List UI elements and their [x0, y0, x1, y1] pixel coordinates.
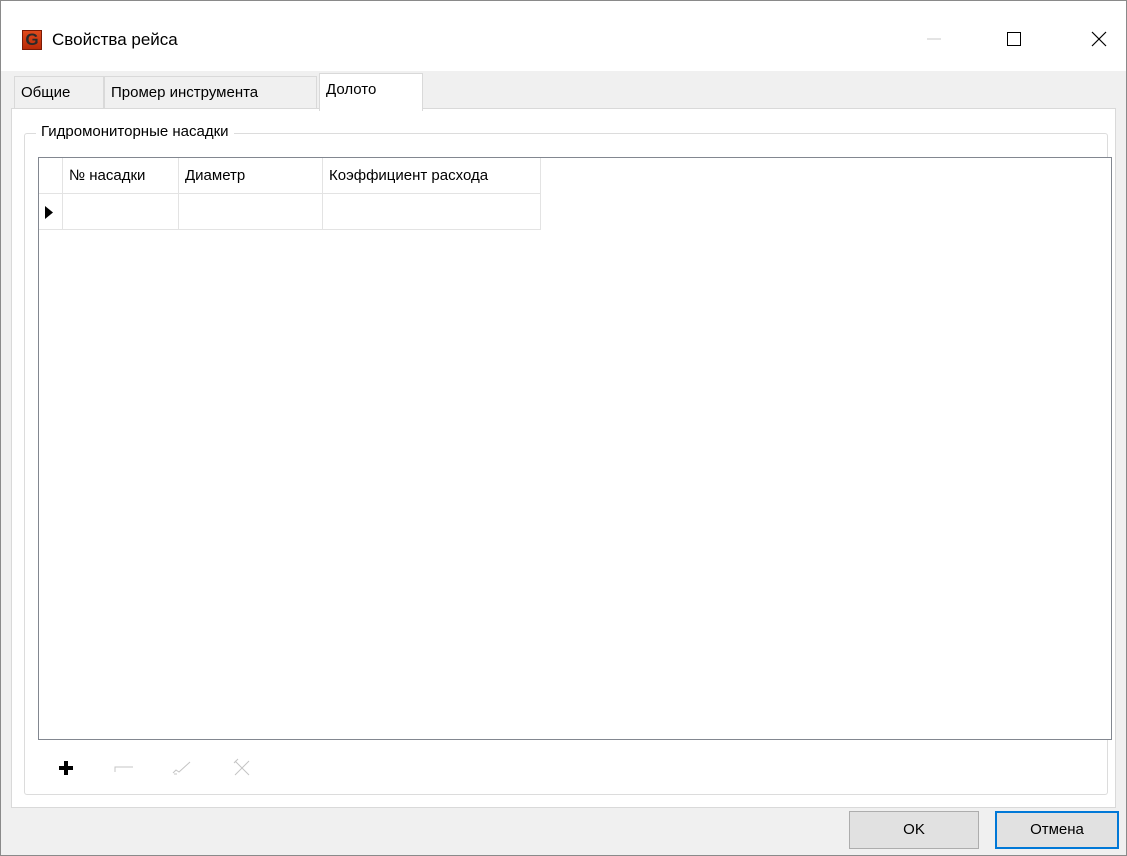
column-header-diameter[interactable]: Диаметр: [179, 158, 323, 194]
cell-flow-coefficient[interactable]: [323, 194, 541, 230]
delete-icon: [233, 758, 250, 776]
cell-diameter[interactable]: [179, 194, 323, 230]
tab-tool-measurement[interactable]: Промер инструмента: [104, 76, 317, 109]
edit-row-button[interactable]: [168, 754, 196, 782]
app-logo-icon: G: [22, 30, 42, 50]
remove-row-button[interactable]: [110, 754, 138, 782]
dialog-window: G Свойства рейса Общие Промер инструмент…: [0, 0, 1127, 856]
grid-header-row: № насадки Диаметр Коэффициент расхода: [39, 158, 541, 194]
table-row[interactable]: [39, 194, 541, 230]
tab-panel-bit: Гидромониторные насадки № насадки Диамет…: [11, 108, 1116, 808]
nozzles-grid[interactable]: № насадки Диаметр Коэффициент расхода: [38, 157, 1112, 740]
close-icon: [1091, 31, 1107, 47]
cancel-button[interactable]: Отмена: [995, 811, 1119, 849]
add-row-button[interactable]: [52, 754, 80, 782]
remove-icon: [114, 766, 133, 772]
minimize-button[interactable]: [911, 19, 957, 59]
column-header-nozzle-number[interactable]: № насадки: [63, 158, 179, 194]
maximize-icon: [1007, 32, 1021, 46]
edit-icon: [172, 761, 191, 775]
maximize-button[interactable]: [991, 19, 1037, 59]
cell-nozzle-number[interactable]: [63, 194, 179, 230]
delete-row-button[interactable]: [228, 754, 256, 782]
close-button[interactable]: [1076, 19, 1122, 59]
row-selector[interactable]: [39, 194, 63, 230]
tab-bit[interactable]: Долото: [319, 73, 423, 111]
add-icon: [59, 761, 73, 775]
minimize-icon: [927, 38, 941, 40]
window-title: Свойства рейса: [52, 30, 178, 49]
column-header-flow-coefficient[interactable]: Коэффициент расхода: [323, 158, 541, 194]
tab-strip: Общие Промер инструмента Долото: [11, 71, 1116, 111]
title-bar: G Свойства рейса: [1, 1, 1126, 71]
current-row-arrow-icon: [45, 206, 53, 219]
groupbox-title: Гидромониторные насадки: [36, 122, 234, 142]
tab-general[interactable]: Общие: [14, 76, 104, 109]
grid-corner-cell: [39, 158, 63, 194]
ok-button[interactable]: OK: [849, 811, 979, 849]
app-logo-letter: G: [25, 30, 39, 49]
